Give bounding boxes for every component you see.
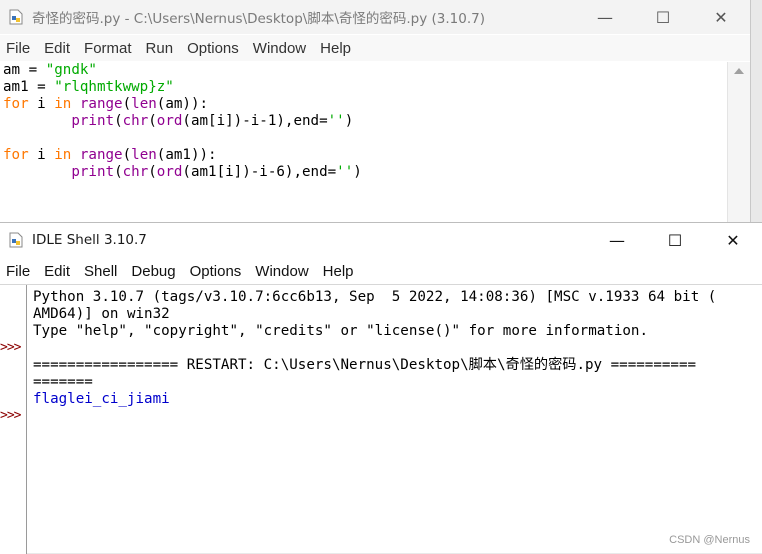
menu-format[interactable]: Format: [78, 40, 140, 57]
watermark: CSDN @Nernus: [669, 534, 750, 546]
close-icon: ✕: [726, 230, 740, 250]
close-button[interactable]: ✕: [704, 223, 762, 257]
shell-prompt: >>>: [0, 340, 22, 355]
shell-line: Python 3.10.7 (tags/v3.10.7:6cc6b13, Sep…: [33, 289, 717, 305]
editor-title: 奇怪的密码.py - C:\Users\Nernus\Desktop\脚本\奇怪…: [32, 11, 485, 27]
menu-edit[interactable]: Edit: [38, 263, 78, 280]
minimize-icon: —: [609, 230, 625, 250]
minimize-button[interactable]: —: [588, 223, 646, 257]
scroll-up-icon[interactable]: [734, 68, 744, 74]
maximize-icon: ☐: [655, 7, 671, 27]
code-line: for i in range(len(am1)):: [3, 147, 217, 163]
menu-edit[interactable]: Edit: [38, 40, 78, 57]
close-button[interactable]: ✕: [692, 0, 750, 34]
shell-line: AMD64)] on win32: [33, 306, 170, 322]
editor-window: 奇怪的密码.py - C:\Users\Nernus\Desktop\脚本\奇怪…: [0, 0, 751, 222]
editor-scrollbar[interactable]: [727, 62, 750, 222]
menu-options[interactable]: Options: [184, 263, 250, 280]
minimize-icon: —: [597, 7, 613, 27]
shell-menubar: File Edit Shell Debug Options Window Hel…: [0, 258, 762, 284]
code-line: print(chr(ord(am[i])-i-1),end=''): [71, 113, 354, 129]
shell-line: ================= RESTART: C:\Users\Nern…: [33, 357, 697, 373]
menu-window[interactable]: Window: [249, 263, 316, 280]
menu-help[interactable]: Help: [317, 263, 362, 280]
close-icon: ✕: [714, 7, 728, 27]
editor-titlebar[interactable]: 奇怪的密码.py - C:\Users\Nernus\Desktop\脚本\奇怪…: [0, 0, 750, 34]
shell-titlebar[interactable]: IDLE Shell 3.10.7 — ☐ ✕: [0, 223, 762, 257]
code-line: am = "gndk": [3, 62, 97, 78]
shell-prompt: >>>: [0, 408, 22, 423]
code-line: print(chr(ord(am1[i])-i-6),end=''): [71, 164, 362, 180]
shell-title: IDLE Shell 3.10.7: [32, 232, 147, 248]
python-file-icon: [9, 9, 23, 25]
maximize-button[interactable]: ☐: [646, 223, 704, 257]
shell-line: Type "help", "copyright", "credits" or "…: [33, 323, 648, 339]
menu-options[interactable]: Options: [181, 40, 247, 57]
shell-output-area[interactable]: >>> >>> Python 3.10.7 (tags/v3.10.7:6cc6…: [0, 284, 762, 554]
menu-debug[interactable]: Debug: [125, 263, 183, 280]
code-line: for i in range(len(am)):: [3, 96, 209, 112]
menu-window[interactable]: Window: [247, 40, 314, 57]
prompt-gutter: >>> >>>: [0, 285, 27, 554]
menu-help[interactable]: Help: [314, 40, 359, 57]
maximize-icon: ☐: [667, 230, 683, 250]
program-output: flaglei_ci_jiami: [33, 391, 170, 407]
menu-file[interactable]: File: [0, 40, 38, 57]
editor-menubar: File Edit Format Run Options Window Help: [0, 35, 750, 61]
minimize-button[interactable]: —: [576, 0, 634, 34]
menu-run[interactable]: Run: [140, 40, 182, 57]
code-line: am1 = "rlqhmtkwwp}z": [3, 79, 174, 95]
menu-file[interactable]: File: [0, 263, 38, 280]
shell-text[interactable]: Python 3.10.7 (tags/v3.10.7:6cc6b13, Sep…: [33, 289, 758, 408]
code-editor[interactable]: am = "gndk" am1 = "rlqhmtkwwp}z" for i i…: [0, 62, 728, 222]
shell-window: IDLE Shell 3.10.7 — ☐ ✕ File Edit Shell …: [0, 222, 762, 554]
menu-shell[interactable]: Shell: [78, 263, 125, 280]
shell-line: =======: [33, 374, 93, 390]
maximize-button[interactable]: ☐: [634, 0, 692, 34]
python-file-icon: [9, 232, 23, 248]
